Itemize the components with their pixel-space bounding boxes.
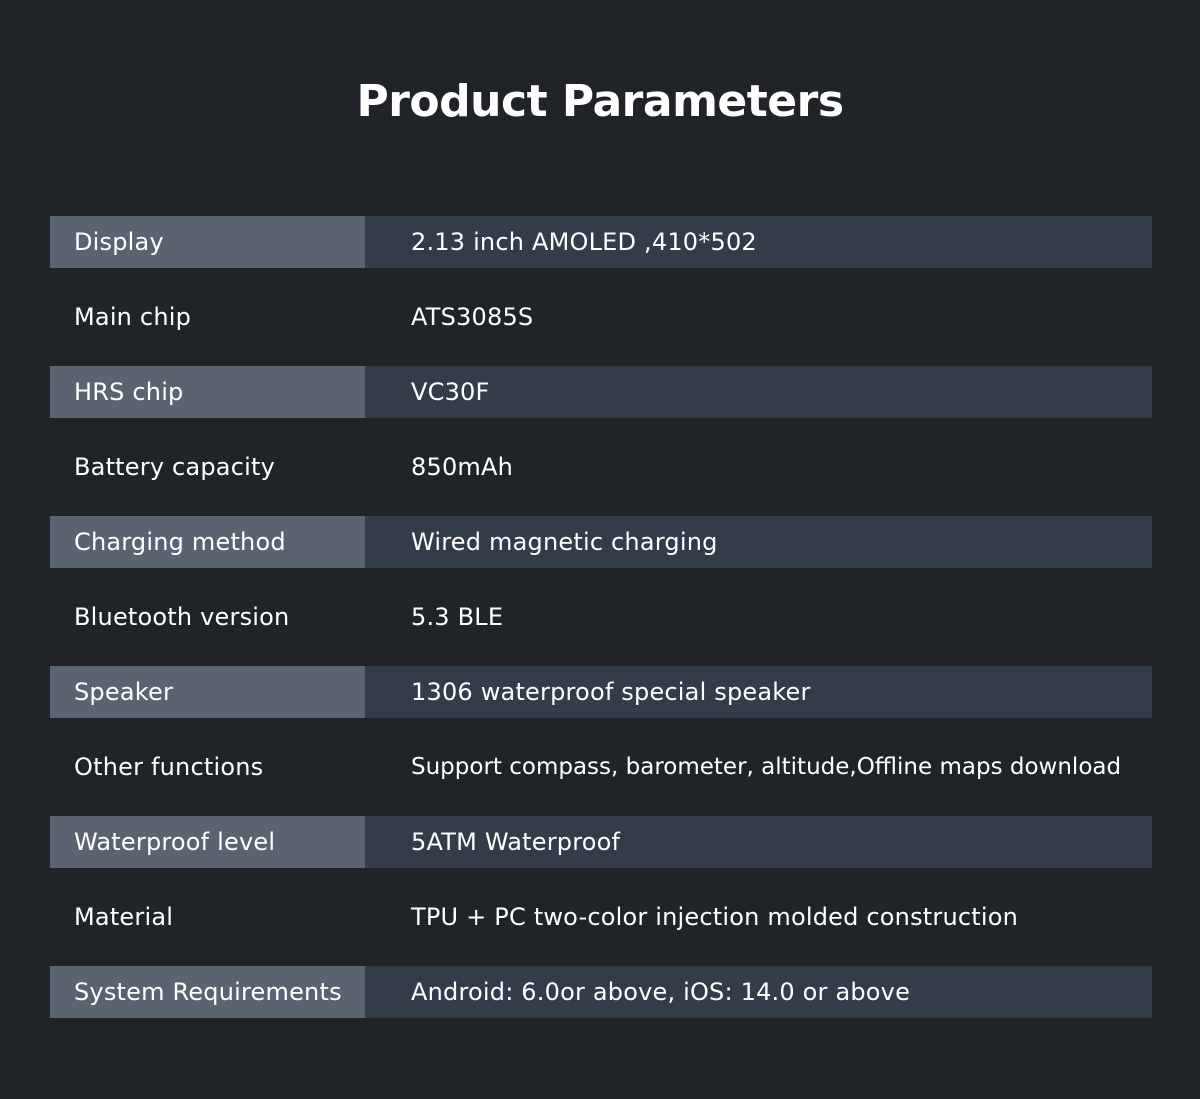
row-label: Waterproof level bbox=[74, 828, 276, 856]
table-row-battery-capacity: Battery capacity 850mAh bbox=[50, 441, 1152, 493]
page-title: Product Parameters bbox=[356, 76, 844, 127]
label-cell: System Requirements bbox=[50, 966, 365, 1018]
label-cell: Speaker bbox=[50, 666, 365, 718]
table-row-bluetooth-version: Bluetooth version 5.3 BLE bbox=[50, 591, 1152, 643]
row-value: 5.3 BLE bbox=[411, 603, 504, 631]
table-row-speaker: Speaker 1306 waterproof special speaker bbox=[50, 666, 1152, 718]
table-row-charging-method: Charging method Wired magnetic charging bbox=[50, 516, 1152, 568]
label-cell: Battery capacity bbox=[50, 441, 365, 493]
product-parameters-page: Product Parameters Display 2.13 inch AMO… bbox=[0, 0, 1200, 1099]
row-value: VC30F bbox=[411, 378, 490, 406]
row-label: Other functions bbox=[74, 753, 264, 781]
row-value: 5ATM Waterproof bbox=[411, 828, 621, 856]
label-cell: Charging method bbox=[50, 516, 365, 568]
row-value: 850mAh bbox=[411, 453, 514, 481]
table-row-system-requirements: System Requirements Android: 6.0or above… bbox=[50, 966, 1152, 1018]
value-cell: 850mAh bbox=[365, 441, 1152, 493]
row-value: 2.13 inch AMOLED ,410*502 bbox=[411, 228, 757, 256]
value-cell: Wired magnetic charging bbox=[365, 516, 1152, 568]
label-cell: Other functions bbox=[50, 741, 365, 793]
label-cell: Waterproof level bbox=[50, 816, 365, 868]
row-value: ATS3085S bbox=[411, 303, 534, 331]
row-label: Battery capacity bbox=[74, 453, 275, 481]
row-value: 1306 waterproof special speaker bbox=[411, 678, 811, 706]
value-cell: 5ATM Waterproof bbox=[365, 816, 1152, 868]
table-row-display: Display 2.13 inch AMOLED ,410*502 bbox=[50, 216, 1152, 268]
value-cell: Support compass, barometer, altitude,Off… bbox=[365, 741, 1152, 793]
table-row-waterproof-level: Waterproof level 5ATM Waterproof bbox=[50, 816, 1152, 868]
value-cell: 5.3 BLE bbox=[365, 591, 1152, 643]
value-cell: 2.13 inch AMOLED ,410*502 bbox=[365, 216, 1152, 268]
row-value: Support compass, barometer, altitude,Off… bbox=[411, 754, 1122, 780]
row-label: Display bbox=[74, 228, 164, 256]
label-cell: Bluetooth version bbox=[50, 591, 365, 643]
table-row-material: Material TPU + PC two-color injection mo… bbox=[50, 891, 1152, 943]
row-label: System Requirements bbox=[74, 978, 342, 1006]
label-cell: Material bbox=[50, 891, 365, 943]
row-label: Charging method bbox=[74, 528, 286, 556]
value-cell: ATS3085S bbox=[365, 291, 1152, 343]
table-row-other-functions: Other functions Support compass, baromet… bbox=[50, 741, 1152, 793]
row-label: Material bbox=[74, 903, 174, 931]
row-label: Speaker bbox=[74, 678, 174, 706]
label-cell: Main chip bbox=[50, 291, 365, 343]
table-row-hrs-chip: HRS chip VC30F bbox=[50, 366, 1152, 418]
row-label: Bluetooth version bbox=[74, 603, 290, 631]
row-label: HRS chip bbox=[74, 378, 184, 406]
value-cell: 1306 waterproof special speaker bbox=[365, 666, 1152, 718]
row-value: Android: 6.0or above, iOS: 14.0 or above bbox=[411, 978, 911, 1006]
row-value: TPU + PC two-color injection molded cons… bbox=[411, 903, 1019, 931]
value-cell: VC30F bbox=[365, 366, 1152, 418]
row-label: Main chip bbox=[74, 303, 192, 331]
value-cell: TPU + PC two-color injection molded cons… bbox=[365, 891, 1152, 943]
value-cell: Android: 6.0or above, iOS: 14.0 or above bbox=[365, 966, 1152, 1018]
row-value: Wired magnetic charging bbox=[411, 528, 718, 556]
table-row-main-chip: Main chip ATS3085S bbox=[50, 291, 1152, 343]
parameters-table: Display 2.13 inch AMOLED ,410*502 Main c… bbox=[50, 216, 1152, 1018]
label-cell: Display bbox=[50, 216, 365, 268]
label-cell: HRS chip bbox=[50, 366, 365, 418]
